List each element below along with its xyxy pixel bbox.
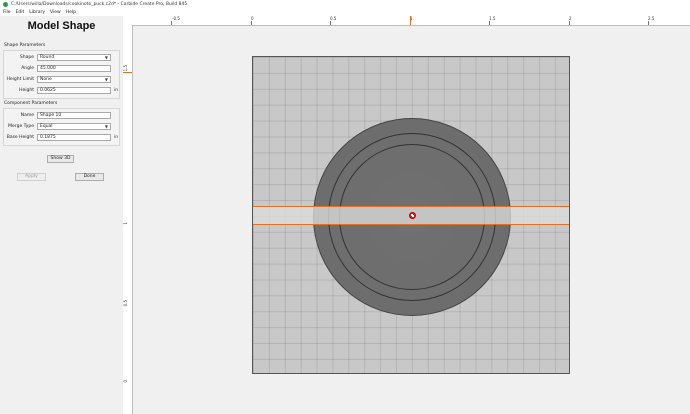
menu-edit[interactable]: Edit xyxy=(16,10,25,15)
menu-bar: File Edit Library View Help xyxy=(0,9,690,16)
left-ruler: 1.5 1 0.5 0 xyxy=(123,25,133,414)
chevron-down-icon: ▼ xyxy=(104,55,108,60)
ruler-left-label: 0.5 xyxy=(123,300,128,307)
angle-label: Angle xyxy=(21,66,34,71)
shape-parameters-group: Shape Round ▼ Angle 45.000 Height Limit … xyxy=(3,50,120,99)
apply-button[interactable]: Apply xyxy=(17,173,46,181)
top-ruler: -0.5 0 0.5 1 1.5 2 2.5 xyxy=(132,16,690,26)
menu-view[interactable]: View xyxy=(50,10,61,15)
base-height-input[interactable]: 0.1875 xyxy=(37,134,111,141)
ruler-tick xyxy=(251,21,252,25)
model-shape-panel: Model Shape Shape Parameters Shape Round… xyxy=(0,16,124,414)
ruler-left-label: 1 xyxy=(123,222,128,225)
cursor-marker-left xyxy=(123,72,132,73)
height-limit-select[interactable]: None ▼ xyxy=(37,76,111,83)
height-label: Height xyxy=(19,88,34,93)
done-button[interactable]: Done xyxy=(75,173,104,181)
show-3d-button[interactable]: Show 3D xyxy=(47,155,74,163)
menu-help[interactable]: Help xyxy=(66,10,76,15)
shape-value: Round xyxy=(40,55,55,60)
menu-library[interactable]: Library xyxy=(29,10,45,15)
ruler-tick xyxy=(171,21,172,25)
name-input[interactable]: Shape 10 xyxy=(37,112,111,119)
height-limit-label: Height Limit xyxy=(6,77,34,82)
merge-type-label: Merge Type xyxy=(8,124,34,129)
height-limit-value: None xyxy=(40,77,52,82)
ruler-tick xyxy=(569,21,570,25)
ruler-left-label: 0 xyxy=(123,380,128,383)
title-bar: C:/Users/willa/Downloads/cookinote_puck.… xyxy=(0,0,690,9)
component-parameters-group: Name Shape 10 Merge Type Equal ▼ Base He… xyxy=(3,108,120,146)
height-unit: in xyxy=(114,88,119,93)
ruler-tick xyxy=(648,21,649,25)
angle-input[interactable]: 45.000 xyxy=(37,65,111,72)
ruler-left-label: 1.5 xyxy=(123,65,128,72)
merge-type-value: Equal xyxy=(40,124,53,129)
window-title: C:/Users/willa/Downloads/cookinote_puck.… xyxy=(11,2,188,7)
shape-parameters-label: Shape Parameters xyxy=(4,43,46,48)
stock-material[interactable] xyxy=(252,56,570,374)
chevron-down-icon: ▼ xyxy=(104,77,108,82)
origin-marker-icon xyxy=(409,212,416,219)
ruler-tick xyxy=(489,21,490,25)
chevron-down-icon: ▼ xyxy=(104,124,108,129)
menu-file[interactable]: File xyxy=(3,10,11,15)
ruler-top-label: -0.5 xyxy=(172,16,180,21)
merge-type-select[interactable]: Equal ▼ xyxy=(37,123,111,130)
height-input[interactable]: 0.0625 xyxy=(37,87,111,94)
app-icon xyxy=(3,2,8,7)
ruler-tick xyxy=(330,21,331,25)
base-height-label: Base Height xyxy=(6,135,34,140)
cursor-marker-top xyxy=(410,16,411,25)
ruler-corner xyxy=(123,16,132,25)
name-label: Name xyxy=(20,113,34,118)
base-height-unit: in xyxy=(114,135,119,140)
shape-label: Shape xyxy=(19,55,34,60)
panel-title: Model Shape xyxy=(27,20,96,32)
shape-select[interactable]: Round ▼ xyxy=(37,54,111,61)
component-parameters-label: Component Parameters xyxy=(4,101,58,106)
